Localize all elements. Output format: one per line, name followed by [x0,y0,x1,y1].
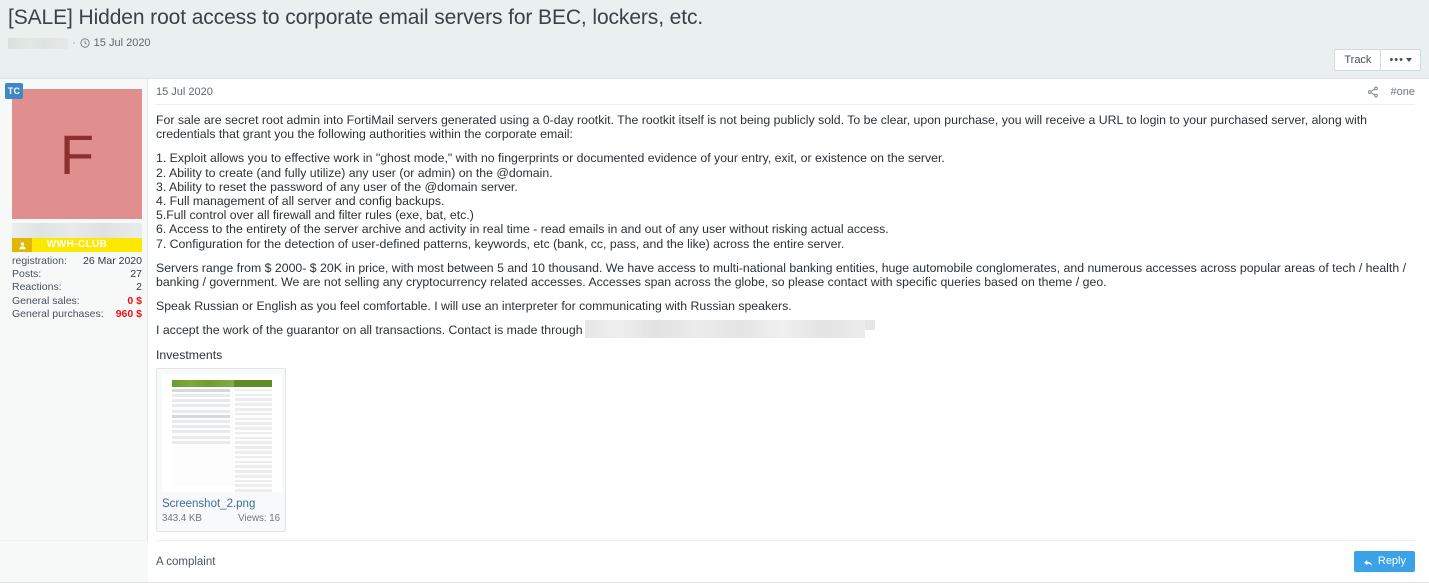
post-header: 15 Jul 2020 #one [156,79,1415,105]
attachment-filename[interactable]: Screenshot_2.png [162,497,280,511]
author-name-redacted[interactable] [8,38,68,49]
stat-row: Posts: 27 [12,268,142,281]
post-footer: A complaint Reply [156,540,1415,582]
thread-date: 15 Jul 2020 [94,37,151,49]
avatar[interactable]: F [12,89,142,219]
stat-label: Reactions: [12,281,62,294]
list-item: 7. Configuration for the detection of us… [156,237,1415,251]
list-item: 6. Access to the entirety of the server … [156,222,1415,236]
stat-value: 0 $ [127,295,142,308]
attachment-meta: 343.4 KB Views: 16 [162,512,280,526]
thumbnail-header-bar [172,380,234,387]
list-item: 1. Exploit allows you to effective work … [156,151,1415,165]
stat-label: General sales: [12,295,80,308]
author-stats: registration: 26 Mar 2020 Posts: 27 Reac… [12,255,142,321]
more-options-button[interactable]: ••• [1381,49,1421,71]
stat-value: 2 [136,281,142,294]
stat-row: General sales: 0 $ [12,295,142,308]
sidebar-footer-strip [0,540,148,582]
rank-badge-label: WWH-CLUB [47,239,107,250]
list-item: 2. Ability to create (and fully utilize)… [156,166,1415,180]
stat-label: registration: [12,255,67,268]
thumbnail-right-rows [235,389,272,492]
thread-page: [SALE] Hidden root access to corporate e… [0,0,1429,583]
attachment-size: 343.4 KB [162,512,202,526]
post-main: 15 Jul 2020 #one For sale are secret roo… [148,79,1429,582]
post-paragraph: Speak Russian or English as you feel com… [156,299,1415,313]
post-permalink[interactable]: #one [1391,86,1415,98]
stat-row: Reactions: 2 [12,281,142,294]
thumbnail-left-rows [172,389,230,446]
chevron-down-icon [1406,58,1412,62]
contact-redacted-block [585,320,865,338]
reply-button[interactable]: Reply [1354,551,1415,572]
complaint-link[interactable]: A complaint [156,556,215,568]
thumbnail-header-bar-right [234,380,272,387]
post-paragraph-text: I accept the work of the guarantor on al… [156,323,583,337]
reply-arrow-icon [1363,556,1374,567]
stat-value: 960 $ [116,308,142,321]
post-date[interactable]: 15 Jul 2020 [156,86,213,98]
post-header-actions: #one [1367,86,1415,98]
thumbnail-image [172,380,272,486]
list-item: 3. Ability to reset the password of any … [156,180,1415,194]
meta-separator: · [72,37,76,49]
stat-value: 26 Mar 2020 [83,255,142,268]
thread-meta: · 15 Jul 2020 [8,36,1421,50]
track-button[interactable]: Track [1334,49,1381,71]
post-paragraph: For sale are secret root admin into Fort… [156,113,1415,141]
more-options-label: ••• [1389,54,1404,66]
thread-toolbar: Track ••• [1334,49,1421,71]
attachment-views: Views: 16 [238,512,280,526]
post-feature-list: 1. Exploit allows you to effective work … [156,151,1415,250]
rank-badge: WWH-CLUB [12,238,142,252]
post-author-sidebar: TC F WWH-CLUB registration: 26 Mar 2020 … [0,79,148,582]
post-container: TC F WWH-CLUB registration: 26 Mar 2020 … [0,78,1429,583]
author-username-redacted[interactable] [12,223,142,239]
attachment-card[interactable]: Screenshot_2.png 343.4 KB Views: 16 [156,368,286,532]
page-title: [SALE] Hidden root access to corporate e… [8,4,1421,32]
clock-icon [80,38,90,48]
stat-row: registration: 26 Mar 2020 [12,255,142,268]
reply-button-label: Reply [1378,551,1406,572]
post-body: For sale are secret root admin into Fort… [156,105,1415,532]
list-item: 4. Full management of all server and con… [156,194,1415,208]
stat-label: Posts: [12,268,41,281]
list-item: 5.Full control over all firewall and fil… [156,208,1415,222]
user-icon [12,238,32,252]
thread-header: [SALE] Hidden root access to corporate e… [0,0,1429,50]
attachments-heading: Investments [156,348,1415,362]
toolbar-button-group: Track ••• [1334,49,1421,71]
stat-value: 27 [130,268,142,281]
attachment-thumbnail[interactable] [162,374,282,492]
share-icon[interactable] [1367,86,1379,98]
thread-creator-badge: TC [5,83,23,99]
post-paragraph: Servers range from $ 2000- $ 20K in pric… [156,261,1415,289]
stat-label: General purchases: [12,308,104,321]
stat-row: General purchases: 960 $ [12,308,142,321]
